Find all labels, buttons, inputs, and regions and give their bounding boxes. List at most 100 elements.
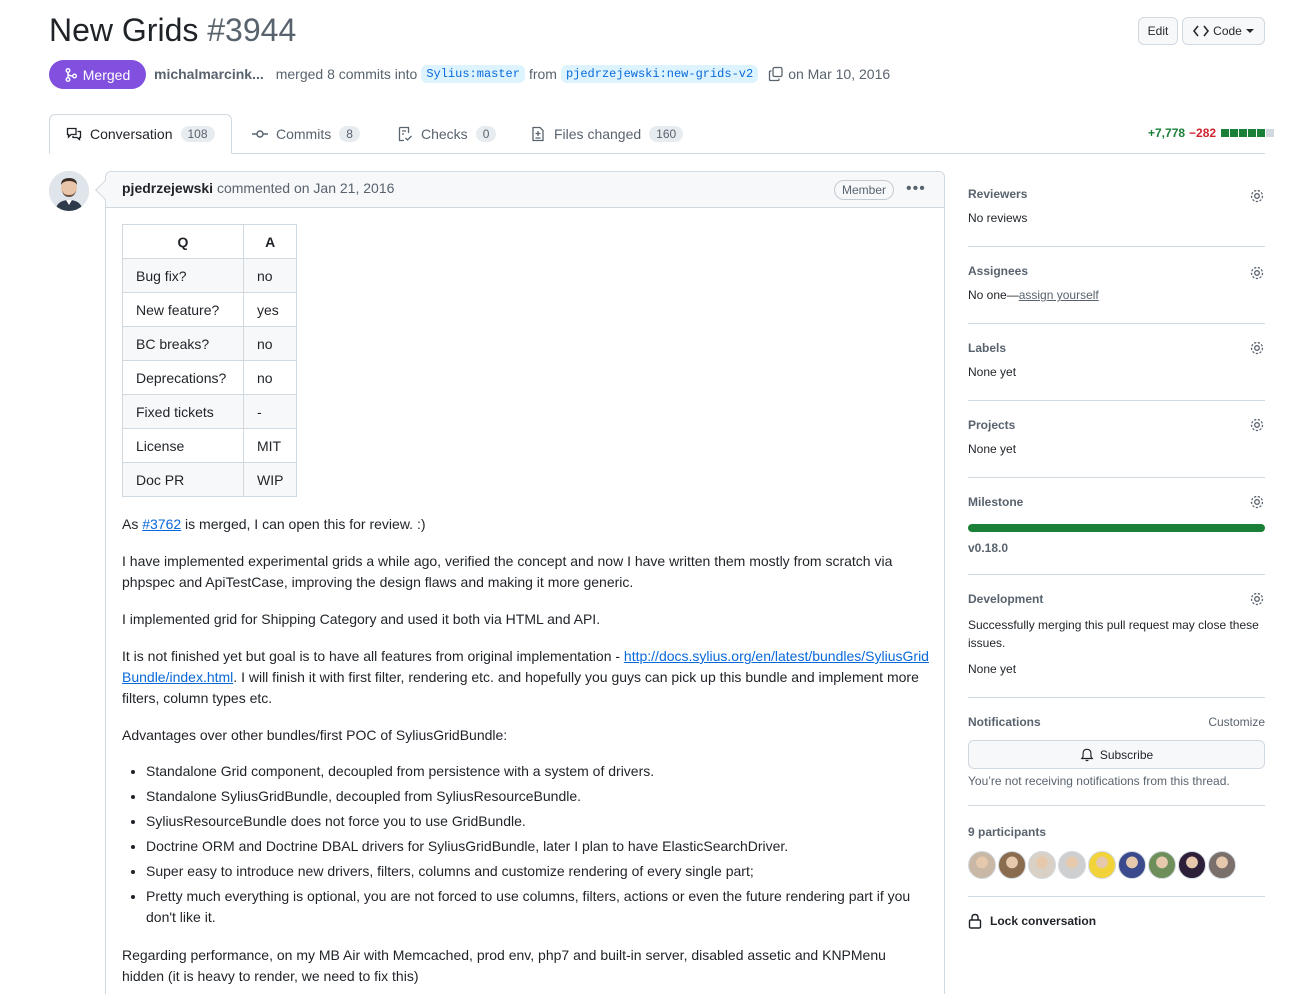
participant-avatar[interactable] (1118, 851, 1146, 879)
participant-avatar[interactable] (1148, 851, 1176, 879)
qa-table: Q A Bug fix? no New feature? yes BC breaks… (122, 224, 298, 497)
list-item: Doctrine ORM and Doctrine DBAL drivers f… (146, 836, 936, 857)
table-cell: Doc PR (122, 462, 244, 497)
projects-value: None yet (968, 442, 1017, 456)
table-cell: no (242, 258, 298, 293)
sidebar-divider (968, 477, 1265, 478)
participant-avatar[interactable] (1178, 851, 1206, 879)
participant-avatar[interactable] (968, 851, 996, 879)
sidebar-divider (968, 323, 1265, 324)
diffstat-bar (1220, 126, 1275, 140)
kebab-menu-icon[interactable]: ••• (906, 180, 926, 198)
gear-icon[interactable] (1249, 265, 1265, 281)
table-row: Fixed tickets - (122, 394, 298, 429)
table-cell: Deprecations? (122, 360, 244, 395)
merger-link[interactable]: michalmarcink... (154, 66, 264, 82)
table-row: BC breaks? no (122, 326, 298, 361)
sidebar-assignees: Assignees No one—assign yourself (968, 264, 1265, 302)
base-branch[interactable]: Sylius:master (421, 65, 525, 83)
participants-list (968, 851, 1236, 879)
tab-commits[interactable]: Commits 8 (252, 114, 360, 154)
gear-icon[interactable] (1249, 340, 1265, 356)
comment-author-line: pjedrzejewski commented on Jan 21, 2016 (122, 180, 394, 196)
table-cell: - (242, 394, 298, 429)
table-row: License MIT (122, 428, 298, 463)
sidebar-divider (968, 574, 1265, 575)
lock-conversation-button[interactable]: Lock conversation (968, 913, 1265, 929)
lock-label: Lock conversation (990, 914, 1097, 928)
participant-avatar[interactable] (1208, 851, 1236, 879)
gear-icon[interactable] (1249, 494, 1265, 510)
tab-counter: 0 (475, 126, 497, 142)
table-cell: BC breaks? (122, 326, 244, 361)
sidebar-participants: 9 participants (968, 825, 1265, 839)
milestone-title[interactable]: Milestone (968, 495, 1265, 509)
tab-checks[interactable]: Checks 0 (397, 114, 497, 154)
customize-link[interactable]: Customize (1208, 715, 1265, 729)
table-row: Doc PR WIP (122, 462, 298, 497)
comment-paragraph: I have implemented experimental grids a … (122, 553, 893, 590)
labels-title[interactable]: Labels (968, 341, 1265, 355)
table-cell: Bug fix? (122, 258, 244, 293)
reviewers-value: No reviews (968, 211, 1028, 225)
lock-icon (968, 913, 982, 929)
subscribe-button[interactable]: Subscribe (968, 740, 1265, 769)
participant-avatar[interactable] (1088, 851, 1116, 879)
gear-icon[interactable] (1249, 188, 1265, 204)
text: . I will finish it with first filter, re… (122, 669, 919, 706)
labels-value: None yet (968, 365, 1017, 379)
assignees-value: No one— (968, 288, 1019, 302)
sidebar-notifications: Notifications Customize (968, 715, 1265, 729)
table-cell: no (242, 360, 298, 395)
gear-icon[interactable] (1249, 591, 1265, 607)
git-commit-icon (252, 130, 268, 138)
table-cell: no (242, 326, 298, 361)
code-button[interactable]: Code (1182, 17, 1265, 45)
milestone-link[interactable]: v0.18.0 (968, 541, 1265, 555)
assignees-title[interactable]: Assignees (968, 264, 1265, 278)
checklist-icon (398, 126, 412, 142)
tab-files-changed[interactable]: Files changed 160 (530, 114, 684, 154)
avatar[interactable] (49, 171, 89, 211)
copy-icon[interactable] (768, 66, 784, 82)
sidebar-labels: Labels None yet (968, 341, 1265, 379)
table-cell: yes (242, 292, 298, 327)
comment-paragraph: Advantages over other bundles/first POC … (122, 727, 508, 743)
status-label: Merged (82, 66, 131, 83)
tab-conversation[interactable]: Conversation 108 (49, 114, 232, 154)
sidebar-divider (968, 400, 1265, 401)
sidebar-divider (968, 805, 1265, 806)
sidebar-development: Development Successfully merging this pu… (968, 592, 1265, 676)
comment-discussion-icon (66, 127, 82, 141)
table-row: New feature? yes (122, 292, 298, 327)
edit-button[interactable]: Edit (1138, 17, 1178, 45)
table-cell: New feature? (122, 292, 244, 327)
pr-meta: michalmarcink... merged 8 commits into S… (154, 65, 890, 83)
participant-avatar[interactable] (1028, 851, 1056, 879)
participant-avatar[interactable] (998, 851, 1026, 879)
projects-title[interactable]: Projects (968, 418, 1265, 432)
assign-yourself-link[interactable]: assign yourself (1019, 288, 1099, 302)
text: As (122, 516, 143, 532)
list-item: Standalone Grid component, decoupled fro… (146, 761, 936, 782)
tab-counter: 108 (180, 126, 215, 142)
tab-label: Files changed (554, 126, 642, 142)
development-title[interactable]: Development (968, 592, 1265, 606)
reviewers-title[interactable]: Reviewers (968, 187, 1265, 201)
table-row: Bug fix? no (122, 258, 298, 293)
comment-timestamp[interactable]: commented on Jan 21, 2016 (217, 180, 394, 196)
bell-icon (1080, 748, 1094, 761)
code-button-label: Code (1213, 24, 1242, 38)
diffstat: +7,778 −282 (1148, 126, 1275, 140)
list-item: SyliusResourceBundle does not force you … (146, 811, 936, 832)
participant-avatar[interactable] (1058, 851, 1086, 879)
pr-title: New Grids (49, 12, 199, 48)
comment-author[interactable]: pjedrzejewski (122, 180, 213, 196)
pr-number: #3944 (207, 12, 297, 48)
git-merge-icon (65, 67, 77, 82)
head-branch[interactable]: pjedrzejewski:new-grids-v2 (560, 65, 759, 83)
code-icon (1193, 25, 1210, 37)
gear-icon[interactable] (1249, 417, 1265, 433)
issue-link[interactable]: #3762 (142, 516, 181, 532)
sidebar-divider (968, 896, 1265, 897)
